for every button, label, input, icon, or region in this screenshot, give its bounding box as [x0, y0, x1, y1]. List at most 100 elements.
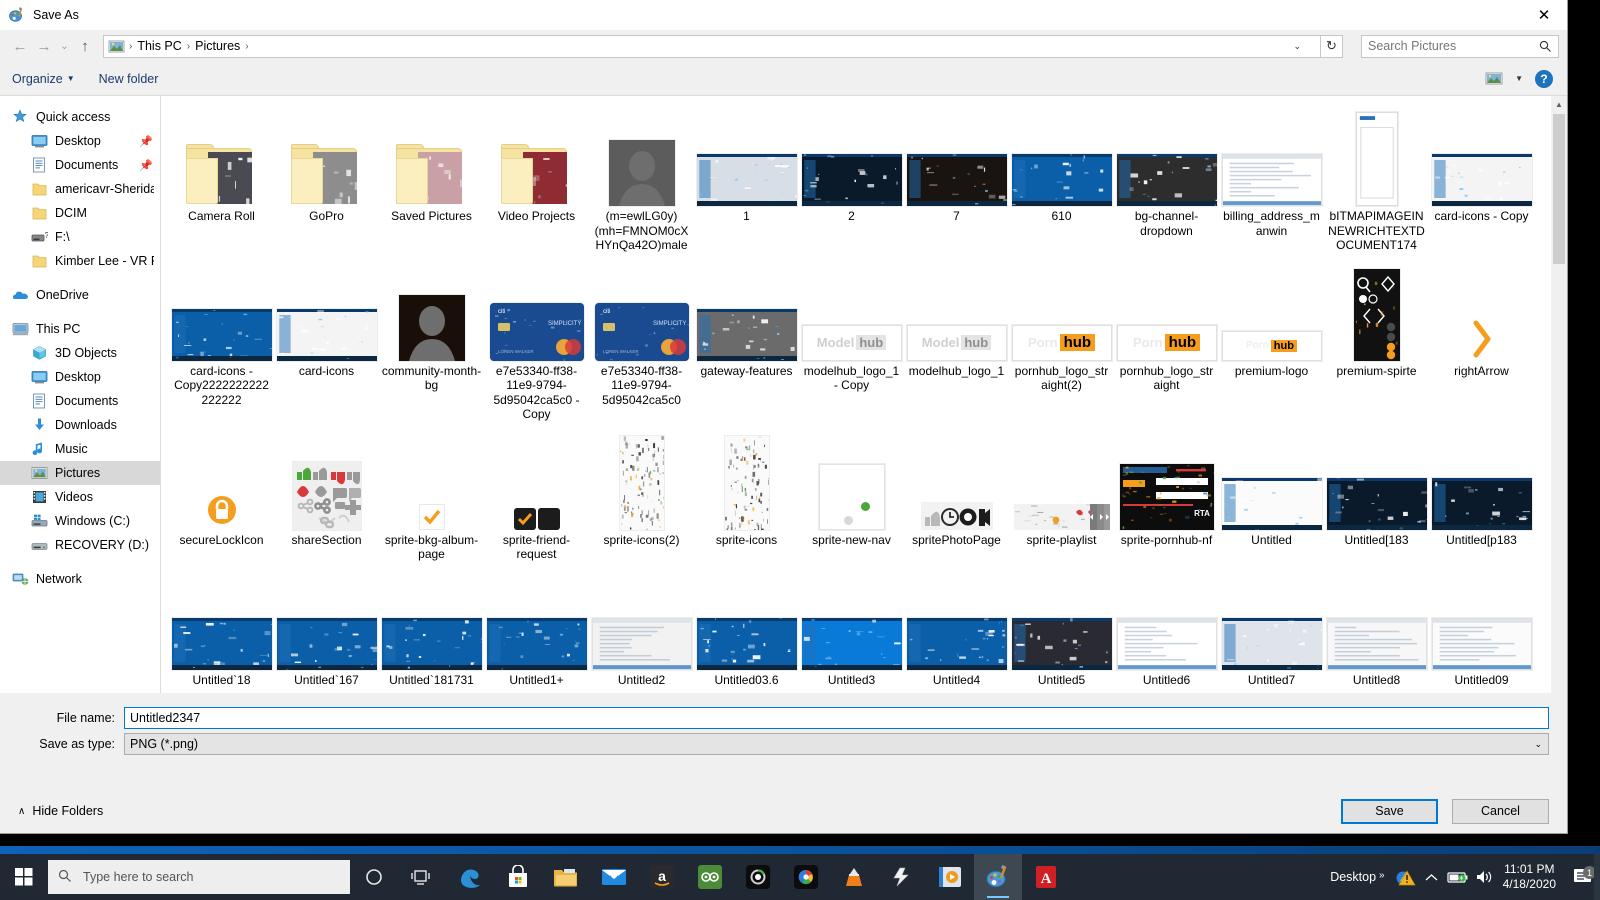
- file-item[interactable]: RTA sprite-pornhub-nf: [1114, 426, 1219, 562]
- navigation-sidebar[interactable]: Quick access Desktop 📌 Documents 📌 americavr-…: [0, 96, 161, 693]
- file-item[interactable]: Untitled[183: [1324, 426, 1429, 562]
- file-item[interactable]: Untitled8: [1324, 566, 1429, 694]
- media-player-icon[interactable]: [926, 854, 974, 900]
- sidebar-item-dcim[interactable]: DCIM: [0, 201, 160, 225]
- sidebar-item-recovery-d[interactable]: RECOVERY (D:): [0, 533, 160, 557]
- file-item[interactable]: Porn hub pornhub_logo_straight(2): [1009, 257, 1114, 422]
- sidebar-item-kimber-lee-vr-pac[interactable]: Kimber Lee - VR Pac: [0, 249, 160, 273]
- sidebar-item-downloads[interactable]: Downloads: [0, 413, 160, 437]
- sidebar-item-desktop[interactable]: Desktop 📌: [0, 129, 160, 153]
- file-item[interactable]: gateway-features: [694, 257, 799, 422]
- sidebar-group-onedrive[interactable]: OneDrive: [0, 283, 160, 307]
- savetype-select[interactable]: PNG (*.png) ⌄: [124, 733, 1549, 755]
- file-item[interactable]: card-icons - Copy2222222222222222: [169, 257, 274, 422]
- edge-icon[interactable]: [446, 854, 494, 900]
- sidebar-item-3d-objects[interactable]: 3D Objects: [0, 341, 160, 365]
- refresh-icon[interactable]: ↻: [1321, 35, 1343, 58]
- search-box[interactable]: Search Pictures: [1361, 35, 1559, 58]
- file-item[interactable]: community-month-bg: [379, 257, 484, 422]
- clock[interactable]: 11:01 PM 4/18/2020: [1497, 862, 1566, 892]
- chevron-down-icon[interactable]: ⌄: [1534, 739, 1542, 750]
- file-item[interactable]: Untitled5: [1009, 566, 1114, 694]
- file-item[interactable]: spritePhotoPage: [904, 426, 1009, 562]
- file-item[interactable]: Camera Roll: [169, 102, 274, 253]
- sidebar-item-documents[interactable]: Documents 📌: [0, 153, 160, 177]
- scroll-up-icon[interactable]: ▲: [1551, 96, 1567, 112]
- taskbar-search-box[interactable]: Type here to search: [48, 860, 350, 894]
- file-item[interactable]: GoPro: [274, 102, 379, 253]
- mail-icon[interactable]: [590, 854, 638, 900]
- file-item[interactable]: sprite-friend-request: [484, 426, 589, 562]
- cortana-icon[interactable]: [350, 854, 398, 900]
- file-item[interactable]: Untitled2: [589, 566, 694, 694]
- file-item[interactable]: sprite-bkg-album-page: [379, 426, 484, 562]
- vlc-icon[interactable]: [830, 854, 878, 900]
- file-item[interactable]: citi LOREN WALKER SIMPLICITY e7e53340-ff…: [484, 257, 589, 422]
- file-item[interactable]: citi LOREN WALKER SIMPLICITY e7e53340-ff…: [589, 257, 694, 422]
- microsoft-store-icon[interactable]: [494, 854, 542, 900]
- file-item[interactable]: 610: [1009, 102, 1114, 253]
- recent-locations-icon[interactable]: ⌄: [56, 34, 73, 58]
- tray-desktop-label[interactable]: Desktop »: [1330, 870, 1392, 884]
- file-item[interactable]: sprite-icons(2): [589, 426, 694, 562]
- file-item[interactable]: Untitled1+: [484, 566, 589, 694]
- show-desktop-button[interactable]: [1594, 854, 1600, 900]
- file-item[interactable]: Untitled3: [799, 566, 904, 694]
- help-button[interactable]: ?: [1535, 70, 1553, 88]
- sidebar-item-documents[interactable]: Documents: [0, 389, 160, 413]
- file-item[interactable]: billing_address_manwin: [1219, 102, 1324, 253]
- file-item[interactable]: secureLockIcon: [169, 426, 274, 562]
- breadcrumb-bar[interactable]: › This PC › Pictures › ⌄: [103, 35, 1321, 58]
- task-view-icon[interactable]: [398, 854, 446, 900]
- breadcrumb-pictures[interactable]: Pictures: [191, 36, 244, 57]
- scrollbar-thumb[interactable]: [1553, 114, 1565, 264]
- file-item[interactable]: Model hub modelhub_logo_1: [904, 257, 1009, 422]
- file-item[interactable]: Porn hub premium-logo: [1219, 257, 1324, 422]
- organize-caret-icon[interactable]: ▼: [67, 74, 75, 83]
- file-item[interactable]: sprite-icons: [694, 426, 799, 562]
- file-item[interactable]: Untitled`18: [169, 566, 274, 694]
- up-icon[interactable]: ↑: [73, 34, 97, 58]
- save-button[interactable]: Save: [1341, 799, 1438, 824]
- color-wheel-app-icon[interactable]: [782, 854, 830, 900]
- file-item[interactable]: 1: [694, 102, 799, 253]
- sidebar-item-f[interactable]: ? F:\: [0, 225, 160, 249]
- organize-button[interactable]: Organize: [12, 72, 63, 86]
- speaker-icon[interactable]: [1471, 869, 1497, 885]
- sidebar-item-videos[interactable]: Videos: [0, 485, 160, 509]
- view-caret-icon[interactable]: ▼: [1515, 74, 1523, 83]
- file-item[interactable]: card-icons - Copy: [1429, 102, 1534, 253]
- forward-icon[interactable]: →: [32, 34, 56, 58]
- sidebar-item-desktop[interactable]: Desktop: [0, 365, 160, 389]
- file-item[interactable]: (m=ewlLG0y)(mh=FMNOM0cXHYnQa42O)male: [589, 102, 694, 253]
- pin-icon[interactable]: 📌: [139, 159, 153, 172]
- file-item[interactable]: Model hub modelhub_logo_1 - Copy: [799, 257, 904, 422]
- sidebar-item-music[interactable]: Music: [0, 437, 160, 461]
- chevron-up-icon[interactable]: [1419, 873, 1445, 882]
- back-icon[interactable]: ←: [8, 34, 32, 58]
- file-item[interactable]: Untitled`181731: [379, 566, 484, 694]
- acrobat-reader-icon[interactable]: A: [1022, 854, 1070, 900]
- file-item[interactable]: Untitled09: [1429, 566, 1534, 694]
- new-folder-button[interactable]: New folder: [99, 72, 159, 86]
- file-item[interactable]: Porn hub pornhub_logo_straight: [1114, 257, 1219, 422]
- sidebar-item-windows-c[interactable]: Windows (C:): [0, 509, 160, 533]
- amazon-icon[interactable]: a: [638, 854, 686, 900]
- file-list-pane[interactable]: Camera Roll GoPro Saved Pictures Video P…: [161, 96, 1567, 693]
- file-item[interactable]: premium-spirte: [1324, 257, 1429, 422]
- file-item[interactable]: 2: [799, 102, 904, 253]
- file-item[interactable]: Untitled: [1219, 426, 1324, 562]
- file-item[interactable]: Untitled[p183: [1429, 426, 1534, 562]
- file-item[interactable]: bITMAPIMAGEINNEWRICHTEXTDOCUMENT174: [1324, 102, 1429, 253]
- file-item[interactable]: shareSection: [274, 426, 379, 562]
- windows-start-icon[interactable]: [0, 854, 48, 900]
- paint-icon[interactable]: [974, 854, 1022, 900]
- sidebar-group-network[interactable]: Network: [0, 567, 160, 591]
- file-item[interactable]: Video Projects: [484, 102, 589, 253]
- file-item[interactable]: sprite-playlist: [1009, 426, 1114, 562]
- file-explorer-icon[interactable]: [542, 854, 590, 900]
- file-item[interactable]: sprite-new-nav: [799, 426, 904, 562]
- file-item[interactable]: bg-channel-dropdown: [1114, 102, 1219, 253]
- battery-icon[interactable]: [1445, 870, 1471, 884]
- hide-folders-button[interactable]: ∧ Hide Folders: [18, 804, 103, 818]
